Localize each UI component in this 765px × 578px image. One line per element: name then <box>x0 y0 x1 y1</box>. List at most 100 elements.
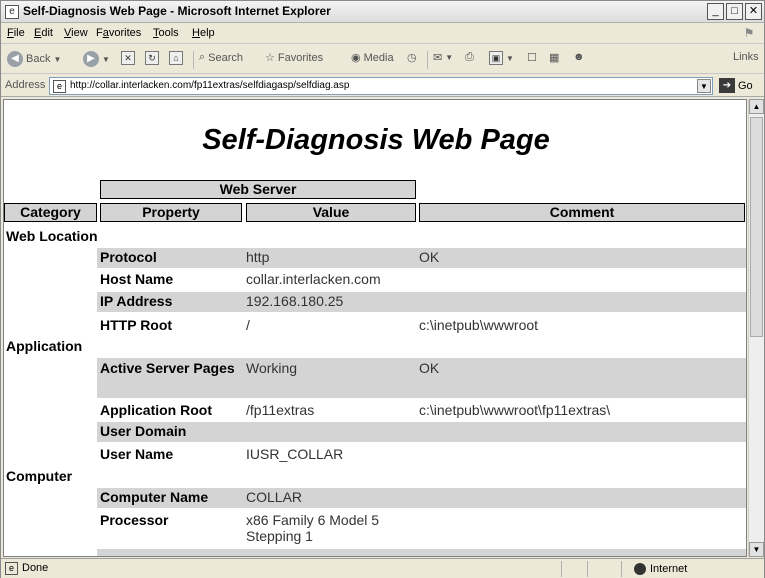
value-cell: Working <box>246 360 298 376</box>
back-arrow-icon: ◀ <box>7 51 23 67</box>
stop-button[interactable]: ✕ <box>121 51 135 65</box>
history-button[interactable]: ◷ <box>407 51 417 64</box>
window-title: Self-Diagnosis Web Page - Microsoft Inte… <box>23 4 331 18</box>
research-icon: ▦ <box>549 52 560 64</box>
page-icon: e <box>53 80 66 93</box>
scroll-up-button[interactable]: ▲ <box>749 99 764 114</box>
page-title: Self-Diagnosis Web Page <box>202 124 550 156</box>
search-icon: ⌕ <box>199 51 206 63</box>
home-button[interactable]: ⌂ <box>169 51 183 65</box>
value-cell: http <box>246 249 270 265</box>
menu-favorites[interactable]: Favorites <box>96 27 141 39</box>
forward-button[interactable]: ▶ ▼ <box>83 51 110 67</box>
value-cell: COLLAR <box>246 489 303 505</box>
go-button[interactable]: ➔ Go <box>719 78 753 93</box>
close-button[interactable]: ✕ <box>745 3 762 20</box>
comment-cell: OK <box>419 360 440 376</box>
property-cell: Active Server Pages <box>100 360 235 376</box>
status-bar: e Done Internet <box>1 558 764 578</box>
status-text: Done <box>22 562 49 574</box>
address-input[interactable]: e http://collar.interlacken.com/fp11extr… <box>49 77 713 95</box>
property-cell: Protocol <box>100 249 157 265</box>
column-header-comment: Comment <box>419 203 745 222</box>
address-bar: Address e http://collar.interlacken.com/… <box>1 75 764 97</box>
ie-page-icon: e <box>5 5 19 19</box>
media-icon: ◉ <box>351 52 361 64</box>
refresh-button[interactable]: ↻ <box>145 51 159 65</box>
menu-edit[interactable]: Edit <box>34 27 53 39</box>
star-icon: ☆ <box>265 52 275 64</box>
messenger-icon: ☻ <box>573 51 585 63</box>
links-button[interactable]: Links <box>733 51 759 63</box>
menu-view[interactable]: View <box>64 27 88 39</box>
comment-cell: OK <box>419 249 440 265</box>
window-controls: _ □ ✕ <box>707 3 762 20</box>
edit-page-icon: ▣ <box>489 51 503 65</box>
page-done-icon: e <box>5 562 18 575</box>
internet-globe-icon <box>634 563 646 575</box>
table-row <box>97 549 746 556</box>
toolbar-separator <box>193 51 194 69</box>
forward-arrow-icon: ▶ <box>83 51 99 67</box>
print-icon: ⎙ <box>465 51 474 63</box>
value-cell: 192.168.180.25 <box>246 293 344 309</box>
property-cell: Processor <box>100 512 169 528</box>
column-header-property: Property <box>100 203 242 222</box>
discuss-icon: ☐ <box>527 52 537 64</box>
category-application: Application <box>6 338 83 354</box>
scroll-down-button[interactable]: ▼ <box>749 542 764 557</box>
vertical-scrollbar[interactable]: ▲ ▼ <box>748 99 764 557</box>
value-cell: x86 Family 6 Model 5 Stepping 1 <box>246 512 380 544</box>
value-cell: /fp11extras <box>246 402 315 418</box>
table-row <box>97 422 746 442</box>
title-bar[interactable]: e Self-Diagnosis Web Page - Microsoft In… <box>1 1 764 23</box>
comment-cell: c:\inetpub\wwwroot\fp11extras\ <box>419 402 611 418</box>
mail-button[interactable]: ✉ ▼ <box>433 51 453 64</box>
property-cell: User Domain <box>100 423 187 439</box>
maximize-button[interactable]: □ <box>726 3 743 20</box>
zone-label: Internet <box>650 563 688 575</box>
favorites-button[interactable]: ☆ Favorites <box>265 51 323 65</box>
status-pane <box>587 561 613 577</box>
property-cell: Application Root <box>100 402 212 418</box>
value-cell: / <box>246 317 250 333</box>
menu-bar: File Edit View Favorites Tools Help ⚑ <box>1 24 764 44</box>
stop-icon: ✕ <box>121 51 135 65</box>
mail-icon: ✉ <box>433 52 443 64</box>
history-icon: ◷ <box>407 52 417 64</box>
value-cell: IUSR_COLLAR <box>246 446 344 462</box>
standard-toolbar: ◀ Back ▼ ▶ ▼ ✕ ↻ ⌂ ⌕ Search ☆ Favorites ◉ Medi… <box>1 45 764 74</box>
menu-help[interactable]: Help <box>192 27 215 39</box>
address-dropdown-button[interactable]: ▼ <box>697 79 711 93</box>
scroll-thumb[interactable] <box>750 117 763 337</box>
property-cell: Computer Name <box>100 489 209 505</box>
search-button[interactable]: ⌕ Search <box>199 51 243 64</box>
property-cell: HTTP Root <box>100 317 173 333</box>
table-row <box>97 292 746 312</box>
media-button[interactable]: ◉ Media <box>351 51 394 65</box>
value-cell: collar.interlacken.com <box>246 271 381 287</box>
menu-tools[interactable]: Tools <box>153 27 179 39</box>
messenger-button[interactable]: ☻ <box>573 51 585 63</box>
column-header-value: Value <box>246 203 416 222</box>
property-cell: IP Address <box>100 293 173 309</box>
address-url: http://collar.interlacken.com/fp11extras… <box>70 80 350 91</box>
property-cell: User Name <box>100 446 174 462</box>
minimize-button[interactable]: _ <box>707 3 724 20</box>
page-content[interactable]: Self-Diagnosis Web Page Web Server Categ… <box>3 99 747 557</box>
address-label: Address <box>5 79 46 91</box>
security-zone: Internet <box>621 561 761 577</box>
windows-flag-icon: ⚑ <box>743 26 755 40</box>
print-button[interactable]: ⎙ <box>465 51 474 64</box>
research-button[interactable]: ▦ <box>549 51 559 64</box>
section-header-web-server: Web Server <box>100 180 416 199</box>
toolbar-separator <box>427 51 428 69</box>
home-icon: ⌂ <box>169 51 183 65</box>
back-button[interactable]: ◀ Back ▼ <box>7 51 61 67</box>
edit-button[interactable]: ▣ ▼ <box>489 51 514 65</box>
refresh-icon: ↻ <box>145 51 159 65</box>
menu-file[interactable]: File <box>7 27 25 39</box>
status-panes <box>561 561 613 577</box>
column-header-category: Category <box>4 203 97 222</box>
discuss-button[interactable]: ☐ <box>527 51 537 64</box>
